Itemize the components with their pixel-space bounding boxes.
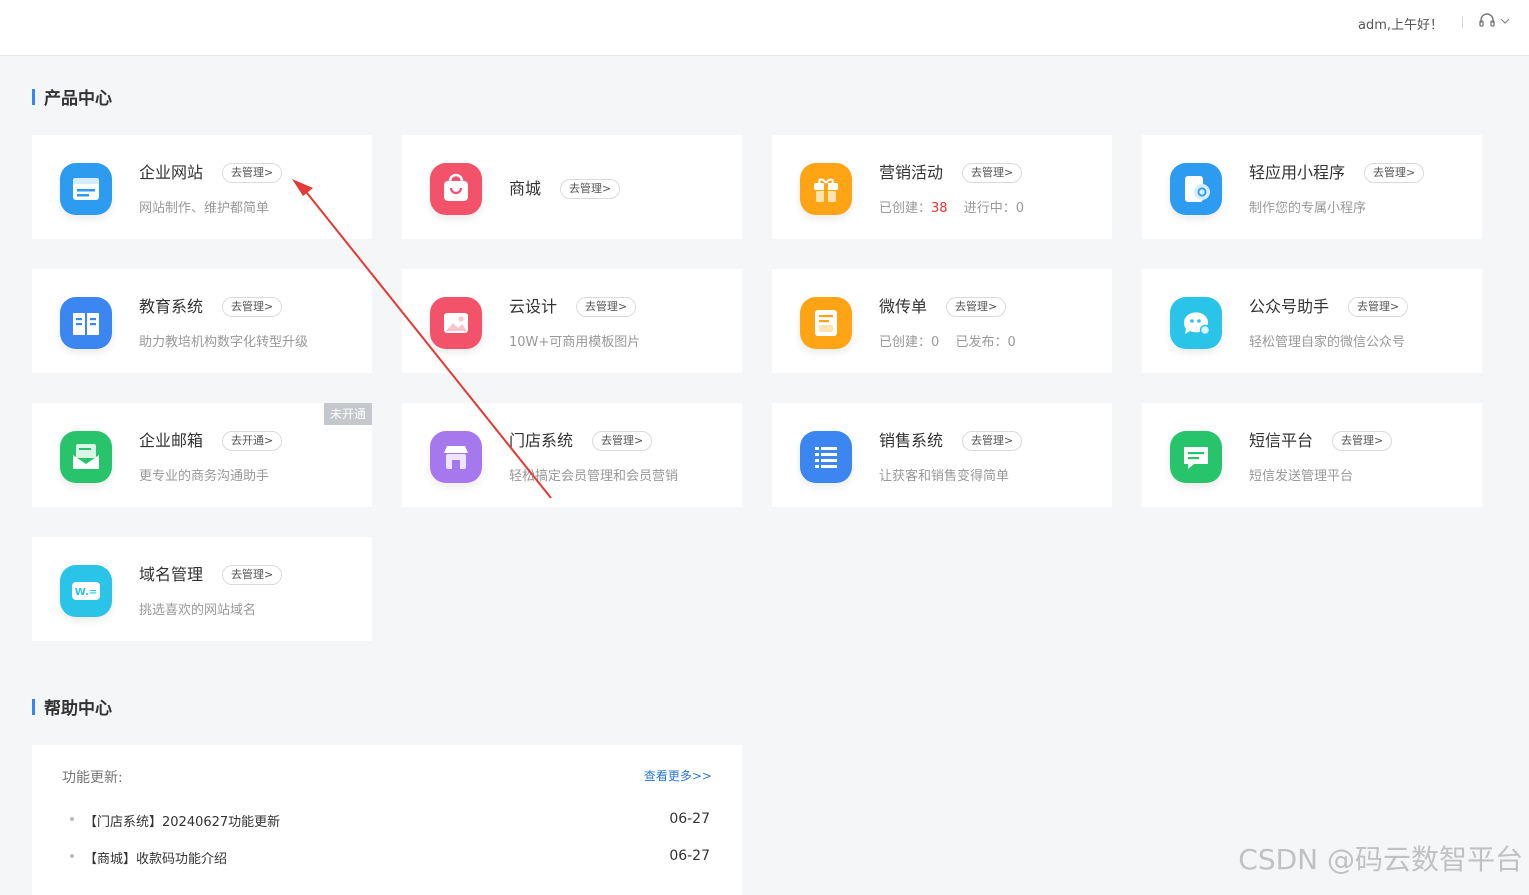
card-title: 商城	[509, 179, 542, 198]
manage-button[interactable]: 去管理>	[576, 297, 637, 317]
card-desc: 制作您的专属小程序	[1249, 201, 1367, 216]
svg-text:W.=: W.=	[75, 587, 97, 598]
manage-button[interactable]: 去管理>	[962, 163, 1023, 183]
card-title: 短信平台	[1249, 431, 1314, 450]
shopping-bag-icon	[430, 163, 482, 215]
card-title: 教育系统	[139, 297, 204, 316]
help-label: 功能更新:	[62, 770, 123, 786]
status-badge: 未开通	[323, 403, 372, 425]
card-title: 云设计	[509, 297, 558, 316]
card-desc: 助力教培机构数字化转型升级	[139, 335, 309, 350]
card-desc: 更专业的商务沟通助手	[139, 469, 270, 484]
activate-button[interactable]: 去开通>	[222, 431, 283, 451]
product-card-website[interactable]: 企业网站 去管理> 网站制作、维护都简单	[32, 135, 372, 239]
stat-published-label: 已发布：	[955, 335, 1008, 350]
card-stats: 已创建：38 进行中：0	[879, 197, 1024, 216]
flyer-icon	[800, 297, 852, 349]
card-desc: 轻松管理自家的微信公众号	[1249, 335, 1406, 350]
section-title-bar	[32, 88, 35, 105]
watermark: CSDN @码云数智平台	[1238, 843, 1523, 876]
card-title: 公众号助手	[1249, 297, 1330, 316]
card-title: 域名管理	[139, 565, 204, 584]
manage-button[interactable]: 去管理>	[946, 297, 1007, 317]
stat-running-label: 进行中：	[963, 201, 1016, 216]
stat-created-value: 0	[931, 335, 940, 350]
help-card: 功能更新: 查看更多>> 【门店系统】20240627功能更新 06-27 【商…	[32, 745, 742, 895]
gift-icon	[800, 163, 852, 215]
mail-icon	[60, 431, 112, 483]
manage-button[interactable]: 去管理>	[592, 431, 653, 451]
view-more-link[interactable]: 查看更多>>	[644, 767, 712, 784]
domain-icon: W.=	[60, 565, 112, 617]
card-desc: 10W+可商用模板图片	[509, 335, 641, 350]
manage-button[interactable]: 去管理>	[222, 163, 283, 183]
image-icon	[430, 297, 482, 349]
product-card-official-account[interactable]: 公众号助手 去管理> 轻松管理自家的微信公众号	[1142, 269, 1482, 373]
chat-gear-icon	[1170, 297, 1222, 349]
chevron-down-icon[interactable]	[1500, 16, 1510, 26]
manage-button[interactable]: 去管理>	[1332, 431, 1393, 451]
card-desc: 短信发送管理平台	[1249, 469, 1354, 484]
card-title: 门店系统	[509, 431, 574, 450]
card-title: 销售系统	[879, 431, 944, 450]
section-title-text: 帮助中心	[44, 699, 112, 719]
manage-button[interactable]: 去管理>	[962, 431, 1023, 451]
card-desc: 让获客和销售变得简单	[879, 469, 1010, 484]
product-card-flyer[interactable]: 微传单 去管理> 已创建：0 已发布：0	[772, 269, 1112, 373]
card-desc: 挑选喜欢的网站域名	[139, 603, 257, 618]
manage-button[interactable]: 去管理>	[222, 297, 283, 317]
help-item-date: 06-27	[669, 811, 710, 827]
product-card-store[interactable]: 门店系统 去管理> 轻松搞定会员管理和会员营销	[402, 403, 742, 507]
stat-running-value: 0	[1015, 201, 1024, 216]
card-desc: 轻松搞定会员管理和会员营销	[509, 469, 679, 484]
section-title-bar	[32, 698, 35, 715]
headset-icon[interactable]	[1478, 12, 1496, 30]
book-icon	[60, 297, 112, 349]
help-item-title[interactable]: 【商城】收款码功能介绍	[84, 848, 227, 867]
mini-program-icon	[1170, 163, 1222, 215]
manage-button[interactable]: 去管理>	[560, 179, 621, 199]
product-card-enterprise-mail[interactable]: 未开通 企业邮箱 去开通> 更专业的商务沟通助手	[32, 403, 372, 507]
card-title: 微传单	[879, 297, 928, 316]
product-card-domain[interactable]: W.= 域名管理 去管理> 挑选喜欢的网站域名	[32, 537, 372, 641]
browser-icon	[60, 163, 112, 215]
manage-button[interactable]: 去管理>	[1364, 163, 1425, 183]
store-icon	[430, 431, 482, 483]
section-title-help-center: 帮助中心	[32, 694, 112, 719]
product-card-sales[interactable]: 销售系统 去管理> 让获客和销售变得简单	[772, 403, 1112, 507]
card-title: 营销活动	[879, 163, 944, 182]
help-item-title[interactable]: 【门店系统】20240627功能更新	[84, 811, 280, 830]
list-icon	[800, 431, 852, 483]
product-card-education[interactable]: 教育系统 去管理> 助力教培机构数字化转型升级	[32, 269, 372, 373]
user-greeting[interactable]: adm,上午好！	[1358, 14, 1443, 33]
card-title: 企业网站	[139, 163, 204, 182]
card-title: 轻应用小程序	[1249, 163, 1346, 182]
help-item-date: 06-27	[669, 848, 710, 864]
stat-published-value: 0	[1007, 335, 1016, 350]
divider	[1462, 16, 1463, 28]
card-stats: 已创建：0 已发布：0	[879, 331, 1016, 350]
section-title-product-center: 产品中心	[32, 84, 112, 109]
product-card-mall[interactable]: 商城 去管理>	[402, 135, 742, 239]
message-icon	[1170, 431, 1222, 483]
product-card-sms[interactable]: 短信平台 去管理> 短信发送管理平台	[1142, 403, 1482, 507]
section-title-text: 产品中心	[44, 89, 112, 109]
manage-button[interactable]: 去管理>	[1348, 297, 1409, 317]
manage-button[interactable]: 去管理>	[222, 565, 283, 585]
bullet	[70, 817, 74, 821]
product-card-cloud-design[interactable]: 云设计 去管理> 10W+可商用模板图片	[402, 269, 742, 373]
stat-created-label: 已创建：	[879, 201, 932, 216]
top-bar: adm,上午好！	[0, 0, 1529, 56]
product-card-marketing[interactable]: 营销活动 去管理> 已创建：38 进行中：0	[772, 135, 1112, 239]
card-title: 企业邮箱	[139, 431, 204, 450]
stat-created-label: 已创建：	[879, 335, 932, 350]
stat-created-value: 38	[931, 201, 948, 216]
product-card-mini-program[interactable]: 轻应用小程序 去管理> 制作您的专属小程序	[1142, 135, 1482, 239]
bullet	[70, 854, 74, 858]
card-desc: 网站制作、维护都简单	[139, 201, 270, 216]
